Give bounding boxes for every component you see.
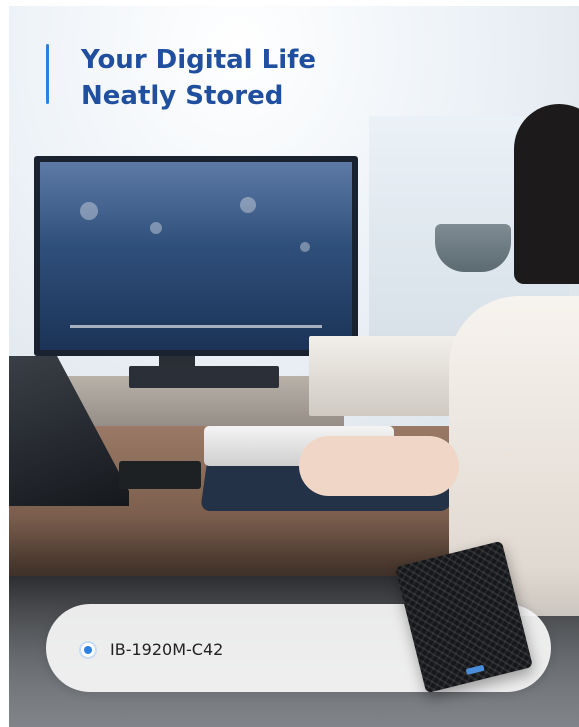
scene-monitor <box>34 156 358 356</box>
headline-accent-bar <box>46 44 49 104</box>
scene-monitor-screen <box>40 162 352 350</box>
model-label[interactable]: IB-1920M-C42 <box>110 640 223 660</box>
headline: Your Digital Life Neatly Stored <box>81 42 316 114</box>
headline-line-2: Neatly Stored <box>81 81 284 111</box>
scene-ssd-on-desk <box>119 461 201 489</box>
usb-c-port-icon <box>465 664 485 675</box>
headline-line-1: Your Digital Life <box>81 45 317 75</box>
scene-person-hair <box>514 104 579 284</box>
scene-monitor-foot <box>129 366 279 388</box>
radio-selected-icon[interactable] <box>81 643 95 657</box>
scene-person-arm <box>299 436 459 496</box>
product-banner: Your Digital Life Neatly Stored IB-1920M… <box>9 6 579 727</box>
scene-coffee-cup <box>435 224 511 272</box>
